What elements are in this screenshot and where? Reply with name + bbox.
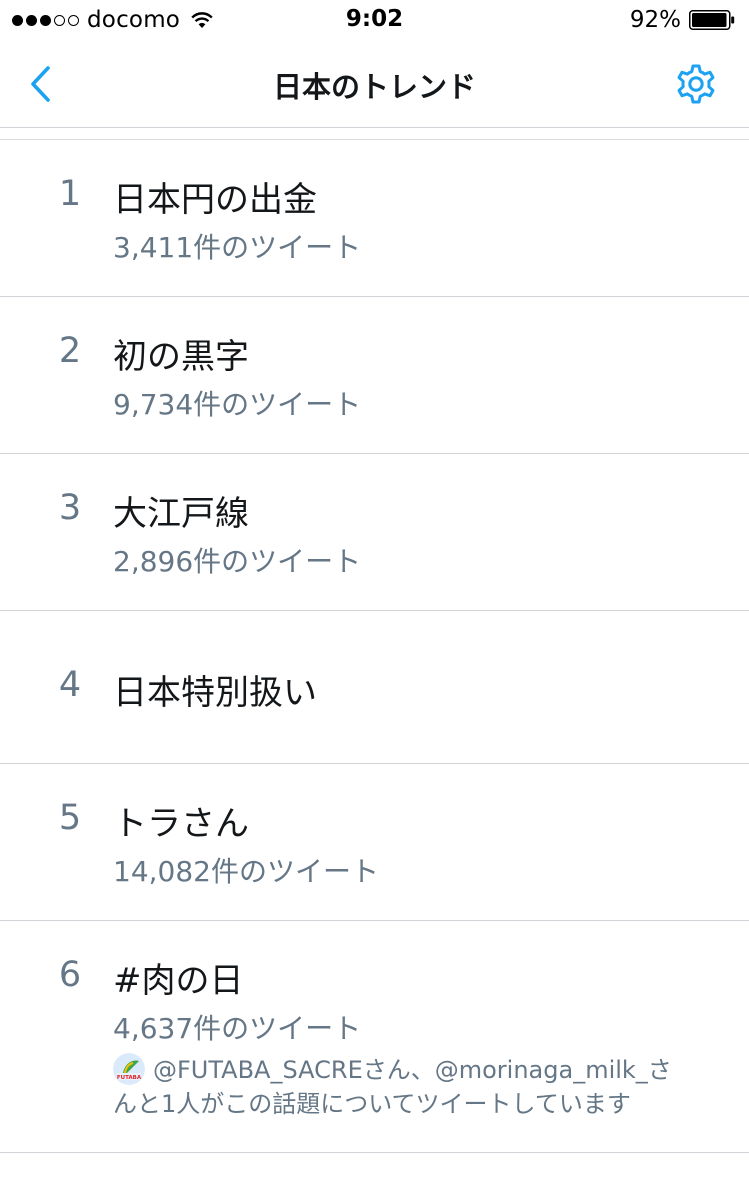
context-line: FUTABA @FUTABA_SACREさん、@morinaga_milk_さ (113, 1053, 733, 1087)
trend-tweet-count: 4,637件のツイート (113, 1012, 362, 1045)
trend-item[interactable]: 6 #肉の日 4,637件のツイート FUTABA @FUTABA_SACREさ… (0, 921, 749, 1153)
context-text-line-1: @FUTABA_SACREさん、@morinaga_milk_さ (153, 1056, 672, 1084)
battery-icon (689, 10, 735, 30)
status-right: 92% (630, 6, 735, 34)
trend-tweet-count: 14,082件のツイート (113, 855, 379, 888)
trend-rank: 3 (58, 488, 82, 528)
trend-item[interactable]: 3 大江戸線 2,896件のツイート (0, 454, 749, 611)
navigation-bar: 日本のトレンド (0, 40, 749, 128)
trend-context: FUTABA @FUTABA_SACREさん、@morinaga_milk_さ … (113, 1053, 733, 1121)
trend-name: #肉の日 (113, 961, 244, 1001)
trend-name: 日本特別扱い (113, 673, 317, 713)
trend-tweet-count: 2,896件のツイート (113, 545, 362, 578)
trend-rank: 1 (58, 174, 82, 214)
avatar[interactable]: FUTABA (113, 1053, 145, 1085)
svg-text:FUTABA: FUTABA (117, 1075, 142, 1081)
trend-tweet-count: 9,734件のツイート (113, 388, 362, 421)
futaba-logo-icon: FUTABA (113, 1053, 145, 1085)
trend-tweet-count: 3,411件のツイート (113, 231, 362, 264)
page-title: 日本のトレンド (272, 70, 476, 104)
context-text-line-2: んと1人がこの話題についてツイートしています (113, 1090, 631, 1118)
trend-rank: 5 (58, 798, 82, 838)
trend-list: 1 日本円の出金 3,411件のツイート 2 初の黒字 9,734件のツイート … (0, 140, 749, 1153)
trend-item[interactable]: 4 日本特別扱い (0, 611, 749, 764)
battery-percent: 92% (629, 7, 681, 33)
trend-rank: 2 (58, 331, 82, 371)
trend-item[interactable]: 5 トラさん 14,082件のツイート (0, 764, 749, 921)
trend-name: 大江戸線 (113, 494, 249, 534)
trend-name: 日本円の出金 (113, 180, 317, 220)
trend-item[interactable]: 2 初の黒字 9,734件のツイート (0, 297, 749, 454)
trend-rank: 6 (58, 955, 82, 995)
trend-name: 初の黒字 (113, 337, 249, 377)
settings-button[interactable] (673, 62, 719, 108)
gear-icon (677, 64, 715, 104)
trend-name: トラさん (113, 804, 249, 844)
trend-rank: 4 (58, 665, 82, 705)
status-bar: docomo 9:02 92% (0, 0, 749, 40)
trend-item[interactable]: 1 日本円の出金 3,411件のツイート (0, 140, 749, 297)
